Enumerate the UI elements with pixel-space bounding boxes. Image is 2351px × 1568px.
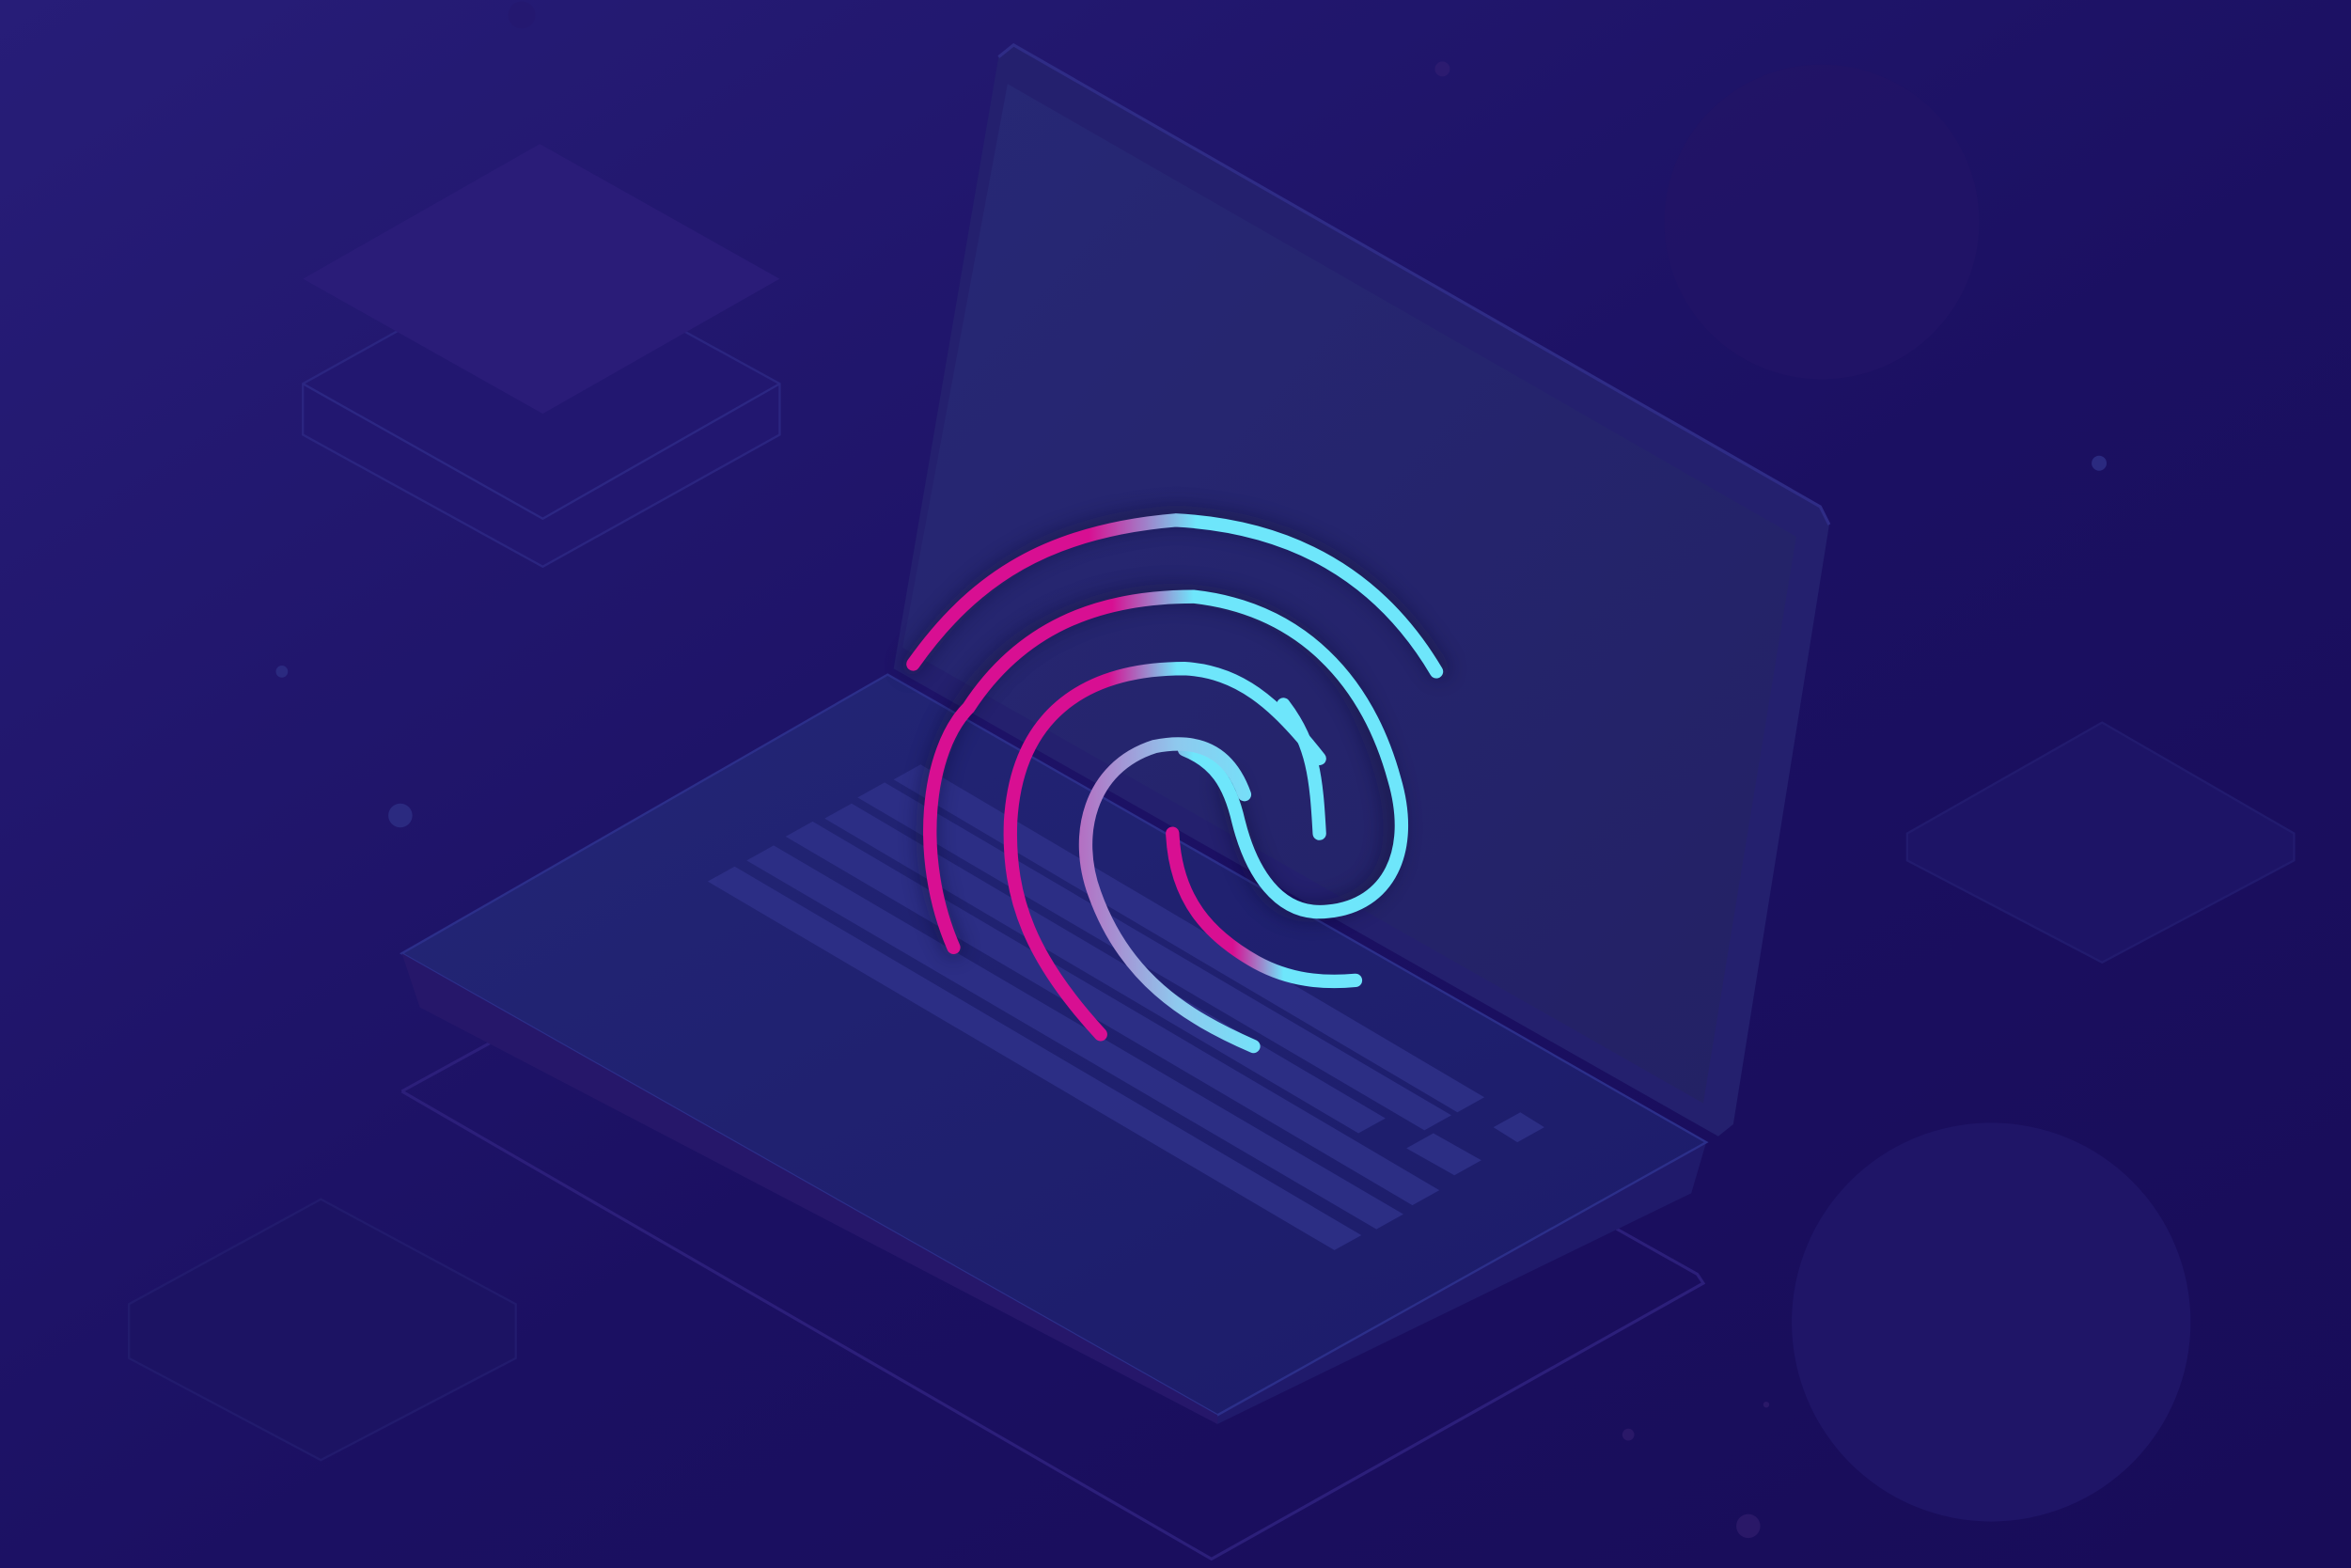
decor-dot <box>1434 61 1450 77</box>
decor-circle-top <box>1664 64 1980 380</box>
decor-dot <box>2092 455 2108 471</box>
illustration-canvas <box>0 0 2351 1568</box>
decor-dot <box>275 666 289 678</box>
decor-dot <box>1622 1428 1635 1441</box>
decor-dot <box>508 1 536 29</box>
decor-dot <box>388 803 413 828</box>
decor-dot <box>1736 1513 1761 1539</box>
decor-circle-large <box>1792 1122 2191 1522</box>
decor-dot <box>1763 1401 1770 1408</box>
